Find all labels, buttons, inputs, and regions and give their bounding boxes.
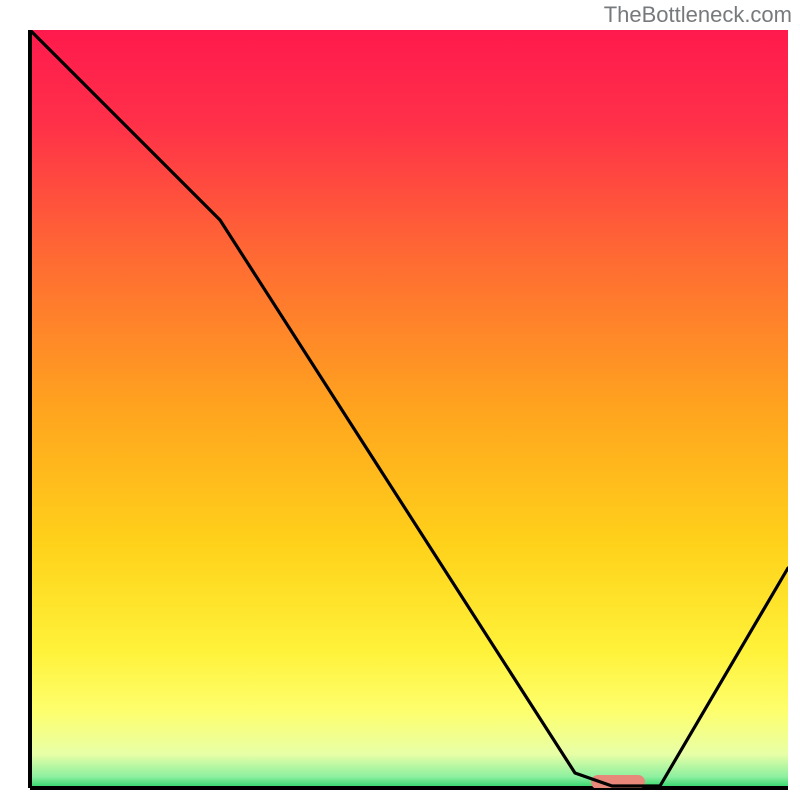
watermark-text: TheBottleneck.com [604,2,792,28]
bottleneck-chart: TheBottleneck.com [0,0,800,800]
plot-svg [0,0,800,800]
